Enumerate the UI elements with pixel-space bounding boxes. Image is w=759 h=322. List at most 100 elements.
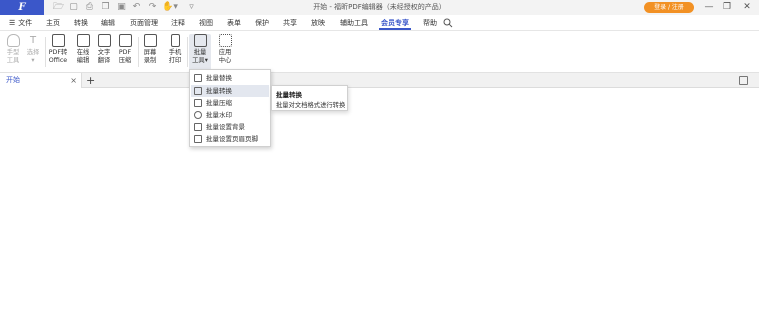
tab-home[interactable]: 主页	[46, 15, 60, 31]
pdf-to-office-label-1: PDF转	[48, 49, 68, 56]
menu-file[interactable]: ☰ 文件	[9, 15, 32, 31]
convert-icon	[194, 87, 202, 95]
tooltip-description: 批量对文档格式进行转换	[276, 102, 346, 109]
text-translate-button[interactable]: 文字 翻译	[93, 34, 115, 70]
minimize-button[interactable]: —	[700, 0, 718, 15]
background-icon	[194, 123, 202, 131]
tab-help[interactable]: 帮助	[423, 15, 437, 31]
pdf-to-office-icon	[51, 34, 65, 47]
undo-icon[interactable]: ↶	[131, 2, 142, 13]
tab-start[interactable]: 开始 ×	[0, 73, 82, 88]
hand-dropdown-icon[interactable]: ✋▾	[162, 2, 178, 13]
batch-watermark-label: 批量水印	[206, 111, 232, 119]
batch-tools-button[interactable]: 批量 工具▾	[189, 34, 211, 70]
hand-tool-button[interactable]: 手型 工具	[2, 34, 24, 70]
online-edit-button[interactable]: 在线 编辑	[72, 34, 94, 70]
batch-convert-item[interactable]: 批量转换	[191, 85, 269, 97]
screen-record-button[interactable]: 屏幕 录制	[139, 34, 161, 70]
app-center-button[interactable]: 应用 中心	[214, 34, 236, 70]
mobile-print-label-2: 打印	[168, 57, 182, 64]
menu-file-label: 文件	[18, 19, 33, 27]
hand-icon	[6, 34, 20, 47]
open-folder-icon[interactable]: 🗁	[53, 2, 64, 13]
tab-convert[interactable]: 转换	[74, 15, 88, 31]
batch-background-item[interactable]: 批量设置背景	[191, 121, 269, 133]
tab-page-manage[interactable]: 页面管理	[130, 15, 158, 31]
screen-record-label-1: 屏幕	[143, 49, 157, 56]
tab-share[interactable]: 共享	[283, 15, 297, 31]
batch-background-label: 批量设置背景	[206, 123, 245, 131]
watermark-icon	[194, 111, 202, 119]
mobile-print-label-1: 手机	[168, 49, 182, 56]
screen-record-label-2: 录制	[143, 57, 157, 64]
app-logo[interactable]: F	[0, 0, 44, 15]
document-tab-bar: 开始 × +	[0, 73, 759, 88]
batch-header-footer-item[interactable]: 批量设置页眉页脚	[191, 133, 269, 145]
batch-tools-label-1: 批量	[193, 49, 207, 56]
screen-record-icon	[143, 34, 157, 47]
batch-tools-dropdown: 批量替换 批量转换 批量压缩 批量水印 批量设置背景 批量设置页眉页脚	[189, 69, 271, 147]
login-button[interactable]: 登录 / 注册	[644, 2, 694, 13]
close-tab-icon[interactable]: ×	[70, 73, 77, 88]
batch-tools-label-2: 工具▾	[192, 57, 208, 64]
tab-form[interactable]: 表单	[227, 15, 241, 31]
new-tab-button[interactable]: +	[86, 73, 95, 88]
text-select-icon: T	[29, 35, 37, 46]
redo-icon[interactable]: ↷	[147, 2, 158, 13]
menu-bar: ☰ 文件 主页 转换 编辑 页面管理 注释 视图 表单 保护 共享 放映 辅助工具…	[0, 15, 759, 31]
header-footer-icon	[194, 135, 202, 143]
tab-slideshow[interactable]: 放映	[311, 15, 325, 31]
mobile-print-icon	[170, 34, 180, 47]
tab-accessibility[interactable]: 辅助工具	[340, 15, 368, 31]
app-grid-icon	[218, 34, 232, 47]
select-tool-button[interactable]: T 选择 ▾	[22, 34, 44, 70]
translate-icon	[97, 34, 111, 47]
select-tool-label-2: ▾	[31, 57, 35, 64]
ribbon-divider	[187, 37, 188, 67]
batch-replace-label: 批量替换	[206, 74, 232, 82]
hamburger-icon: ☰	[9, 19, 16, 27]
maximize-button[interactable]: ❐	[718, 0, 736, 15]
panel-toggle-icon[interactable]	[739, 76, 748, 85]
tab-view[interactable]: 视图	[199, 15, 213, 31]
replace-icon	[194, 74, 202, 82]
app-center-label-2: 中心	[218, 57, 232, 64]
select-tool-label-1: 选择	[26, 49, 40, 56]
text-translate-label-1: 文字	[97, 49, 111, 56]
tab-protect[interactable]: 保护	[255, 15, 269, 31]
pdf-to-office-label-2: Office	[48, 57, 68, 64]
copy-icon[interactable]: ❐	[100, 2, 111, 13]
batch-convert-tooltip: 批量转换 批量对文档格式进行转换	[271, 85, 348, 111]
save-icon[interactable]: ▣	[116, 2, 127, 13]
compress-icon	[194, 99, 202, 107]
pdf-to-office-button[interactable]: PDF转 Office	[47, 34, 69, 70]
batch-replace-item[interactable]: 批量替换	[191, 72, 269, 84]
customize-icon[interactable]: ▿	[186, 2, 197, 13]
mobile-print-button[interactable]: 手机 打印	[164, 34, 186, 70]
print-icon[interactable]: ⎙	[84, 2, 95, 13]
pdf-compress-label-2: 压缩	[118, 57, 132, 64]
tooltip-title: 批量转换	[276, 91, 302, 99]
batch-watermark-item[interactable]: 批量水印	[191, 109, 269, 121]
search-icon[interactable]	[443, 15, 453, 31]
ribbon-divider	[45, 37, 46, 67]
pdf-compress-button[interactable]: PDF 压缩	[114, 34, 136, 70]
new-doc-icon[interactable]: ▢	[68, 2, 79, 13]
hand-tool-label-1: 手型	[6, 49, 20, 56]
title-bar: F 🗁 ▢ ⎙ ❐ ▣ ↶ ↷ ✋▾ ▿ 开始 - 福昕PDF编辑器（未经授权的…	[0, 0, 759, 15]
tab-edit[interactable]: 编辑	[101, 15, 115, 31]
batch-convert-label: 批量转换	[206, 87, 232, 95]
hand-tool-label-2: 工具	[6, 57, 20, 64]
text-translate-label-2: 翻译	[97, 57, 111, 64]
pdf-compress-label-1: PDF	[118, 49, 132, 56]
close-button[interactable]: ✕	[738, 0, 756, 15]
batch-compress-label: 批量压缩	[206, 99, 232, 107]
batch-tools-icon	[193, 34, 207, 47]
tab-comment[interactable]: 注释	[171, 15, 185, 31]
tab-start-label: 开始	[6, 76, 20, 84]
batch-compress-item[interactable]: 批量压缩	[191, 97, 269, 109]
app-center-label-1: 应用	[218, 49, 232, 56]
ribbon: 手型 工具 T 选择 ▾ PDF转 Office 在线 编辑 文字 翻译 PDF…	[0, 31, 759, 73]
tab-member[interactable]: 会员专享	[379, 15, 411, 31]
online-edit-label-2: 编辑	[76, 57, 90, 64]
